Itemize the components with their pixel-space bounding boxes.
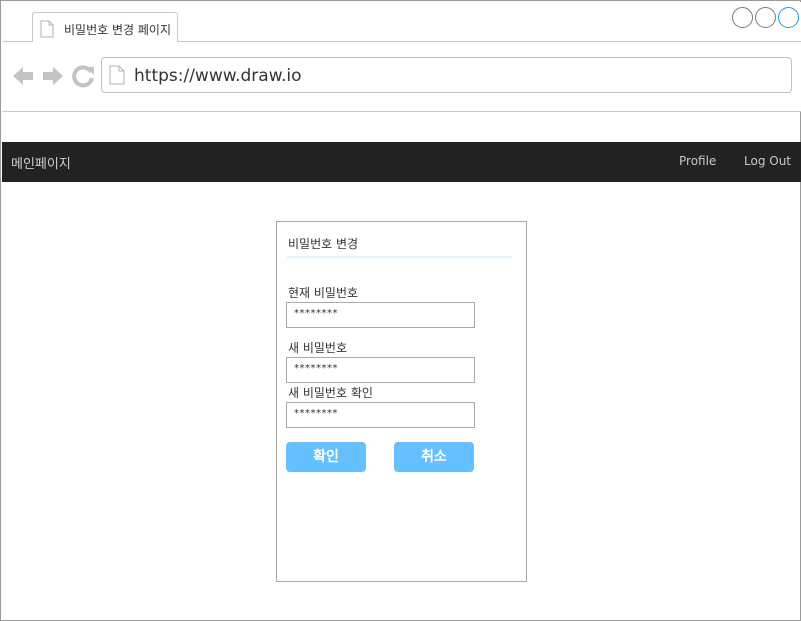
close-button[interactable] <box>778 7 799 28</box>
cancel-button[interactable]: 취소 <box>394 442 474 472</box>
new-password-label: 새 비밀번호 <box>288 341 348 355</box>
confirm-button[interactable]: 확인 <box>286 442 366 472</box>
new-password-input[interactable]: ******** <box>286 357 475 383</box>
current-password-label: 현재 비밀번호 <box>288 286 359 300</box>
confirm-password-input[interactable]: ******** <box>286 402 475 428</box>
logout-link[interactable]: Log Out <box>744 154 791 168</box>
reload-icon[interactable] <box>72 64 96 88</box>
url-bar[interactable]: https://www.draw.io <box>101 57 792 93</box>
back-arrow-icon[interactable] <box>11 64 35 88</box>
address-bar-row: https://www.draw.io <box>2 42 801 112</box>
maximize-button[interactable] <box>755 7 776 28</box>
forward-arrow-icon[interactable] <box>41 64 65 88</box>
title-divider <box>287 256 512 258</box>
navbar-brand[interactable]: 메인페이지 <box>11 153 71 172</box>
page-document-icon <box>109 65 125 85</box>
document-icon <box>40 20 54 38</box>
confirm-password-label: 새 비밀번호 확인 <box>288 386 373 400</box>
current-password-input[interactable]: ******** <box>286 302 475 328</box>
top-navbar: 메인페이지 Profile Log Out <box>2 142 801 182</box>
browser-tab[interactable]: 비밀번호 변경 페이지 <box>32 12 178 44</box>
browser-window: 비밀번호 변경 페이지 https://www.draw.io 메인페이지 Pr… <box>0 0 801 621</box>
password-change-card: 비밀번호 변경 현재 비밀번호 ******** 새 비밀번호 ********… <box>276 221 527 582</box>
tab-strip: 비밀번호 변경 페이지 <box>2 2 801 44</box>
tab-title: 비밀번호 변경 페이지 <box>64 23 171 37</box>
window-controls <box>732 7 799 28</box>
url-text[interactable]: https://www.draw.io <box>134 66 302 86</box>
profile-link[interactable]: Profile <box>679 154 716 168</box>
minimize-button[interactable] <box>732 7 753 28</box>
card-title: 비밀번호 변경 <box>288 237 359 251</box>
